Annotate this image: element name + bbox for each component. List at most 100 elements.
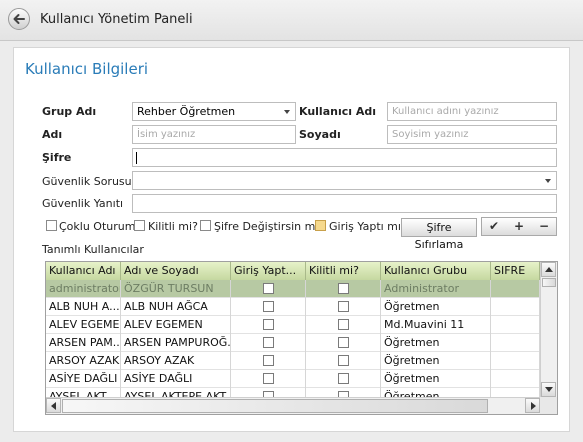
scroll-down-button[interactable] [541, 382, 556, 397]
soyadi-label: Soyadı [299, 128, 341, 141]
kilitli-cell-checkbox[interactable] [338, 283, 349, 294]
table-cell[interactable] [491, 370, 540, 388]
table-row[interactable]: administrator ÖZGÜR TURSUN Administrator [46, 280, 540, 298]
column-header[interactable]: Kullanıcı Grubu [381, 262, 491, 280]
users-table[interactable]: Kullanıcı Adı Adı ve Soyadı Giriş Yapt..… [45, 261, 558, 415]
table-cell[interactable]: Öğretmen [381, 370, 491, 388]
vertical-scrollbar[interactable] [540, 262, 557, 397]
table-cell [306, 334, 381, 352]
scroll-thumb-horizontal[interactable] [62, 399, 488, 413]
check-icon[interactable]: ✔ [482, 219, 506, 233]
adi-label: Adı [42, 128, 63, 141]
table-cell[interactable]: Öğretmen [381, 352, 491, 370]
table-cell [306, 370, 381, 388]
kilitli-cell-checkbox[interactable] [338, 355, 349, 366]
kilitli-cell-checkbox[interactable] [338, 337, 349, 348]
sifre-sifirlama-button[interactable]: Şifre Sıfırlama [401, 218, 477, 251]
column-header[interactable]: Adı ve Soyadı [121, 262, 231, 280]
back-button[interactable] [8, 8, 30, 30]
text-cursor [136, 152, 137, 164]
table-cell[interactable]: Md.Muavini 11 [381, 316, 491, 334]
table-cell[interactable]: ÖZGÜR TURSUN [121, 280, 231, 298]
column-header[interactable]: Kullanıcı Adı [46, 262, 121, 280]
table-cell[interactable]: ALEV EGEMEN [46, 316, 121, 334]
grup-adi-label: Grup Adı [42, 105, 97, 118]
remove-icon[interactable]: − [532, 219, 556, 233]
sifre-input[interactable] [132, 148, 557, 167]
scroll-up-button[interactable] [541, 262, 556, 277]
giris-yapti-label: Giriş Yaptı mı? [329, 220, 407, 233]
table-cell[interactable]: ASİYE DAĞLI [121, 370, 231, 388]
adi-input[interactable]: İsim yazınız [132, 125, 296, 144]
scroll-right-button[interactable] [525, 398, 540, 413]
guvenlik-yaniti-input[interactable] [132, 194, 557, 213]
table-row[interactable]: ASİYE DAĞLI ASİYE DAĞLI Öğretmen [46, 370, 540, 388]
table-cell[interactable] [491, 316, 540, 334]
table-cell[interactable]: ARSEN PAM... [46, 334, 121, 352]
window-title: Kullanıcı Yönetim Paneli [40, 12, 193, 27]
table-header: Kullanıcı Adı Adı ve Soyadı Giriş Yapt..… [46, 262, 540, 280]
kullanici-adi-input[interactable]: Kullanıcı adını yazınız [387, 102, 557, 121]
giris-yapti-cell-checkbox[interactable] [263, 337, 274, 348]
chevron-down-icon [284, 110, 290, 114]
kilitli-cell-checkbox[interactable] [338, 319, 349, 330]
kilitli-cell-checkbox[interactable] [338, 373, 349, 384]
table-row[interactable]: ARSOY AZAK ARSOY AZAK Öğretmen [46, 352, 540, 370]
sifre-degistirsin-checkbox[interactable] [200, 220, 211, 231]
table-cell[interactable]: Öğretmen [381, 298, 491, 316]
title-bar: Kullanıcı Yönetim Paneli [0, 0, 583, 41]
giris-yapti-cell-checkbox[interactable] [263, 355, 274, 366]
guvenlik-sorusu-select[interactable] [132, 171, 557, 190]
table-cell [231, 280, 306, 298]
table-cell[interactable]: ALB NUH A... [46, 298, 121, 316]
table-cell[interactable] [491, 298, 540, 316]
scroll-left-button[interactable] [46, 398, 61, 413]
guvenlik-yaniti-label: Güvenlik Yanıtı [42, 197, 124, 210]
column-header[interactable]: Kilitli mi? [306, 262, 381, 280]
table-cell[interactable]: ARSOY AZAK [46, 352, 121, 370]
sifre-degistirsin-label: Şifre Değiştirsin mi? [214, 220, 325, 233]
table-cell[interactable] [491, 334, 540, 352]
coklu-oturum-checkbox[interactable] [46, 220, 57, 231]
table-cell[interactable] [491, 352, 540, 370]
giris-yapti-cell-checkbox[interactable] [263, 319, 274, 330]
column-header[interactable]: Giriş Yapt... [231, 262, 306, 280]
kilitli-cell-checkbox[interactable] [338, 301, 349, 312]
table-cell[interactable]: ARSOY AZAK [121, 352, 231, 370]
table-row[interactable]: ARSEN PAM... ARSEN PAMPUROĞ... Öğretmen [46, 334, 540, 352]
table-row[interactable]: ALB NUH A... ALB NUH AĞCA Öğretmen [46, 298, 540, 316]
table-cell[interactable]: ALB NUH AĞCA [121, 298, 231, 316]
table-cell [231, 370, 306, 388]
giris-yapti-checkbox[interactable] [315, 220, 326, 231]
coklu-oturum-label: Çoklu Oturum [59, 220, 136, 233]
action-button-group: ✔ + − [481, 217, 557, 236]
soyadi-input[interactable]: Soyisim yazınız [387, 125, 557, 144]
table-cell[interactable]: ARSEN PAMPUROĞ... [121, 334, 231, 352]
grid-title: Tanımlı Kullanıcılar [42, 243, 144, 256]
grup-adi-select[interactable]: Rehber Öğretmen [132, 102, 296, 121]
table-cell[interactable]: ASİYE DAĞLI [46, 370, 121, 388]
kilitli-mi-checkbox[interactable] [134, 220, 145, 231]
kilitli-mi-label: Kilitli mi? [148, 220, 198, 233]
table-row[interactable]: ALEV EGEMEN ALEV EGEMEN Md.Muavini 11 [46, 316, 540, 334]
horizontal-scrollbar[interactable] [46, 397, 540, 414]
giris-yapti-cell-checkbox[interactable] [263, 373, 274, 384]
table-cell[interactable] [491, 280, 540, 298]
table-cell [231, 316, 306, 334]
giris-yapti-cell-checkbox[interactable] [263, 283, 274, 294]
column-header[interactable]: SIFRE [491, 262, 540, 280]
table-cell [306, 352, 381, 370]
table-cell [306, 280, 381, 298]
table-cell[interactable]: Öğretmen [381, 334, 491, 352]
section-title: Kullanıcı Bilgileri [25, 60, 149, 78]
scroll-thumb[interactable] [542, 278, 556, 287]
table-cell[interactable]: Administrator [381, 280, 491, 298]
table-cell [231, 298, 306, 316]
table-cell [306, 298, 381, 316]
table-cell[interactable]: ALEV EGEMEN [121, 316, 231, 334]
grup-adi-value: Rehber Öğretmen [137, 105, 236, 118]
table-cell[interactable]: administrator [46, 280, 121, 298]
chevron-down-icon [545, 179, 551, 183]
giris-yapti-cell-checkbox[interactable] [263, 301, 274, 312]
add-icon[interactable]: + [507, 219, 531, 233]
